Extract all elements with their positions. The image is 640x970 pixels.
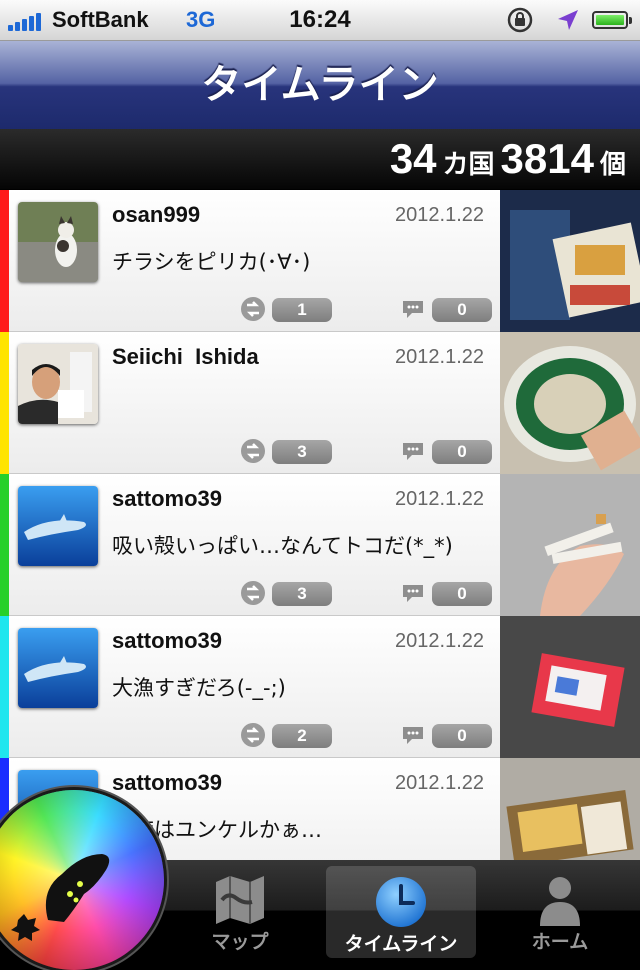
post-photo[interactable] <box>500 332 640 474</box>
comment-icon[interactable] <box>400 580 426 606</box>
battery-icon <box>592 11 632 29</box>
post-photo[interactable] <box>500 758 640 860</box>
username[interactable]: sattomo39 <box>112 486 222 512</box>
countries-unit: カ国 <box>442 150 495 180</box>
avatar[interactable] <box>18 202 98 282</box>
tab-map[interactable]: マップ <box>180 860 300 960</box>
post-date: 2012.1.22 <box>395 630 484 652</box>
comment-count[interactable]: 0 <box>432 724 492 748</box>
rotation-lock-icon <box>507 7 533 33</box>
comment-icon[interactable] <box>400 296 426 322</box>
comment-count[interactable]: 0 <box>432 582 492 606</box>
username[interactable]: sattomo39 <box>112 628 222 654</box>
repost-count[interactable]: 1 <box>272 298 332 322</box>
tab-label: タイムライン <box>344 933 458 955</box>
page-title: タイムライン <box>201 62 439 108</box>
timeline-row[interactable]: Seiichi Ishida 2012.1.22 3 0 <box>0 332 640 474</box>
timeline-list[interactable]: osan999 2012.1.22 チラシをピリカ(･∀･) 1 0 Seiic… <box>0 190 640 860</box>
repost-count[interactable]: 3 <box>272 582 332 606</box>
repost-icon[interactable] <box>240 438 266 464</box>
color-stripe <box>0 616 9 758</box>
timeline-row[interactable]: sattomo39 2012.1.22 吸い殻いっぱい…なんてトコだ(*_*) … <box>0 474 640 616</box>
avatar[interactable] <box>18 628 98 708</box>
repost-icon[interactable] <box>240 722 266 748</box>
comment-icon[interactable] <box>400 438 426 464</box>
tab-label: マップ <box>211 931 269 953</box>
color-stripe <box>0 332 9 474</box>
post-date: 2012.1.22 <box>395 346 484 368</box>
repost-icon[interactable] <box>240 296 266 322</box>
repost-icon[interactable] <box>240 580 266 606</box>
countries-count: 34 <box>389 135 437 182</box>
color-stripe <box>0 190 9 332</box>
map-icon <box>216 876 264 924</box>
post-photo[interactable] <box>500 474 640 616</box>
clock-icon <box>376 877 426 927</box>
timeline-row[interactable]: sattomo39 2012.1.22 大漁すぎだろ(-_-;) 2 0 <box>0 616 640 758</box>
comment-icon[interactable] <box>400 722 426 748</box>
username[interactable]: osan999 <box>112 202 200 228</box>
post-date: 2012.1.22 <box>395 772 484 794</box>
comment-count[interactable]: 0 <box>432 440 492 464</box>
tab-label: ホーム <box>531 931 589 953</box>
location-icon <box>558 10 578 30</box>
post-message: 大漁すぎだろ(-_-;) <box>112 676 286 700</box>
hand-pick-icon <box>11 854 110 941</box>
person-icon <box>540 877 580 926</box>
items-count: 3814 <box>500 135 594 182</box>
tab-timeline[interactable]: タイムライン <box>326 866 476 958</box>
post-photo[interactable] <box>500 616 640 758</box>
post-photo[interactable] <box>500 190 640 332</box>
avatar[interactable] <box>18 344 98 424</box>
post-date: 2012.1.22 <box>395 204 484 226</box>
post-message: 吸い殻いっぱい…なんてトコだ(*_*) <box>112 534 453 558</box>
post-message: チラシをピリカ(･∀･) <box>112 250 311 274</box>
color-stripe <box>0 474 9 616</box>
timeline-row[interactable]: osan999 2012.1.22 チラシをピリカ(･∀･) 1 0 <box>0 190 640 332</box>
repost-count[interactable]: 2 <box>272 724 332 748</box>
post-date: 2012.1.22 <box>395 488 484 510</box>
status-time: 16:24 <box>289 6 351 33</box>
post-orb-button[interactable] <box>0 790 164 970</box>
repost-count[interactable]: 3 <box>272 440 332 464</box>
comment-count[interactable]: 0 <box>432 298 492 322</box>
tab-home[interactable]: ホーム <box>500 860 620 960</box>
stats-banner: 34 カ国 3814 個 <box>0 129 640 189</box>
status-bar: SoftBank 3G 16:24 <box>0 0 640 41</box>
avatar[interactable] <box>18 486 98 566</box>
navigation-bar: タイムライン <box>0 41 640 129</box>
username[interactable]: Seiichi Ishida <box>112 344 259 370</box>
items-unit: 個 <box>599 150 626 180</box>
